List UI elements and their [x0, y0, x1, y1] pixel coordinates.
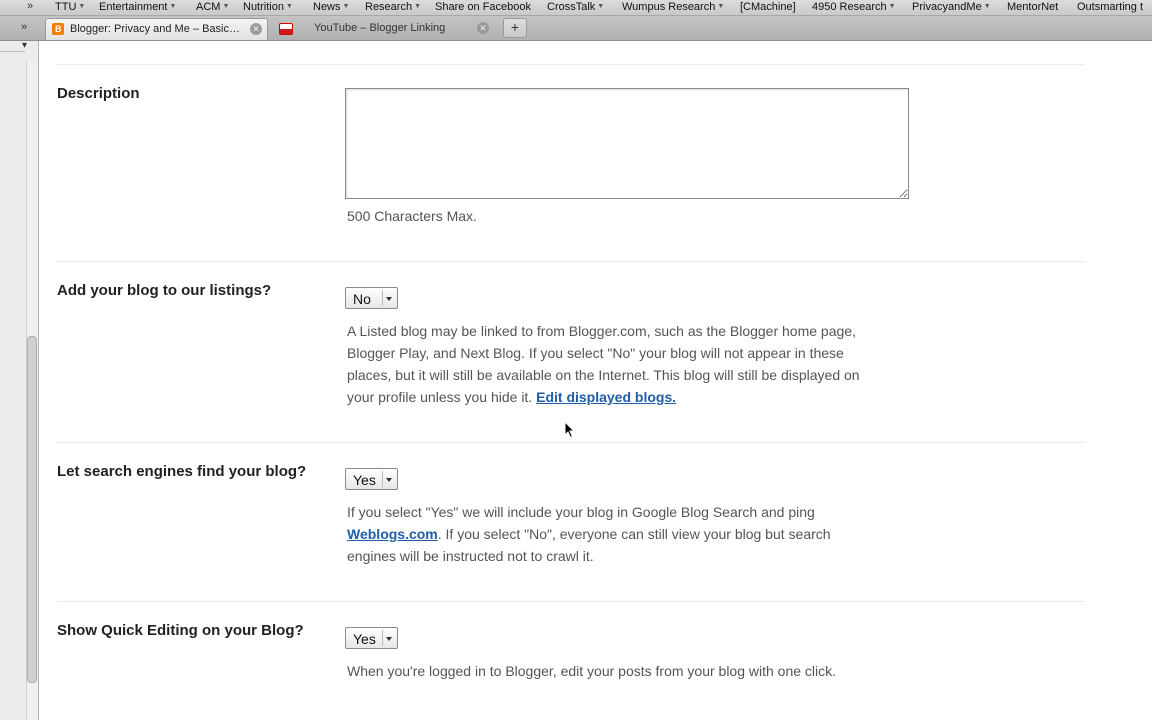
bookmark-news[interactable]: News ▼ [313, 0, 349, 14]
listings-label: Add your blog to our listings? [57, 282, 272, 299]
chevron-down-icon [382, 290, 395, 306]
blogger-icon [52, 19, 64, 40]
tab-blogger-privacy[interactable]: Blogger: Privacy and Me – Basic… ✕ [45, 18, 268, 40]
chevron-down-icon: ▼ [342, 3, 350, 10]
close-icon[interactable]: ✕ [250, 23, 262, 35]
youtube-icon [279, 23, 293, 35]
description-hint: 500 Characters Max. [347, 208, 477, 224]
edit-displayed-blogs-link[interactable]: Edit displayed blogs. [536, 389, 676, 405]
quick-editing-select[interactable]: Yes [345, 627, 398, 649]
divider [57, 64, 1085, 65]
description-label: Description [57, 85, 140, 102]
bookmark-entertainment[interactable]: Entertainment ▼ [99, 0, 176, 14]
search-engines-label: Let search engines find your blog? [57, 463, 307, 480]
bookmark-privacyandme[interactable]: PrivacyandMe ▼ [912, 0, 991, 14]
tab-youtube-blogger-linking[interactable]: YouTube – Blogger Linking ✕ [271, 18, 496, 39]
new-tab-button[interactable]: + [503, 18, 527, 38]
chevron-down-icon [382, 471, 395, 487]
chevron-down-icon: ▼ [169, 3, 177, 10]
quick-editing-label: Show Quick Editing on your Blog? [57, 622, 304, 639]
chevron-down-icon: ▼ [285, 3, 293, 10]
chevron-down-icon: ▼ [597, 3, 605, 10]
search-engines-select[interactable]: Yes [345, 468, 398, 490]
bookmark-share-on-facebook[interactable]: Share on Facebook [435, 0, 531, 14]
chevron-down-icon: ▼ [717, 3, 725, 10]
bookmark-wumpus-research[interactable]: Wumpus Research ▼ [622, 0, 724, 14]
bookmark-mentornet[interactable]: MentorNet [1007, 0, 1058, 14]
bookmark-ttu[interactable]: TTU ▼ [55, 0, 85, 14]
close-icon[interactable]: ✕ [477, 22, 489, 34]
bookmark-research[interactable]: Research ▼ [365, 0, 421, 14]
listings-select[interactable]: No [345, 287, 398, 309]
divider [0, 51, 25, 52]
search-engines-help: If you select "Yes" we will include your… [347, 504, 831, 564]
weblogs-link[interactable]: Weblogs.com [347, 526, 438, 542]
tab-overflow-icon[interactable]: » [21, 21, 35, 35]
bookmark-4950-research[interactable]: 4950 Research ▼ [812, 0, 896, 14]
divider [57, 442, 1085, 443]
tab-bar: » Blogger: Privacy and Me – Basic… ✕ You… [0, 16, 1152, 41]
chevron-down-icon: ▼ [983, 3, 991, 10]
sidebar-strip: ▾ [0, 40, 39, 720]
scrollbar-thumb[interactable] [27, 336, 37, 683]
chevron-down-icon: ▼ [414, 3, 422, 10]
description-textarea[interactable] [345, 88, 909, 199]
divider [57, 261, 1085, 262]
divider [57, 601, 1085, 602]
bookmarks-bar: » TTU ▼ Entertainment ▼ ACM ▼ Nutrition ▼ Ne… [0, 0, 1152, 16]
bookmark-crosstalk[interactable]: CrossTalk ▼ [547, 0, 604, 14]
chevron-down-icon: ▼ [222, 3, 230, 10]
quick-editing-help: When you're logged in to Blogger, edit y… [347, 663, 837, 679]
mouse-cursor-icon [564, 421, 576, 439]
chevron-down-icon: ▼ [78, 3, 86, 10]
chevron-down-icon [382, 630, 395, 646]
bookmark-outsmarting[interactable]: Outsmarting t [1077, 0, 1143, 14]
bookmark-cmachine[interactable]: [CMachine] [740, 0, 796, 14]
bookmarks-overflow-icon[interactable]: » [27, 0, 33, 12]
listings-help: A Listed blog may be linked to from Blog… [347, 323, 860, 405]
chevron-down-icon: ▼ [888, 3, 896, 10]
bookmark-nutrition[interactable]: Nutrition ▼ [243, 0, 293, 14]
bookmark-acm[interactable]: ACM ▼ [196, 0, 229, 14]
